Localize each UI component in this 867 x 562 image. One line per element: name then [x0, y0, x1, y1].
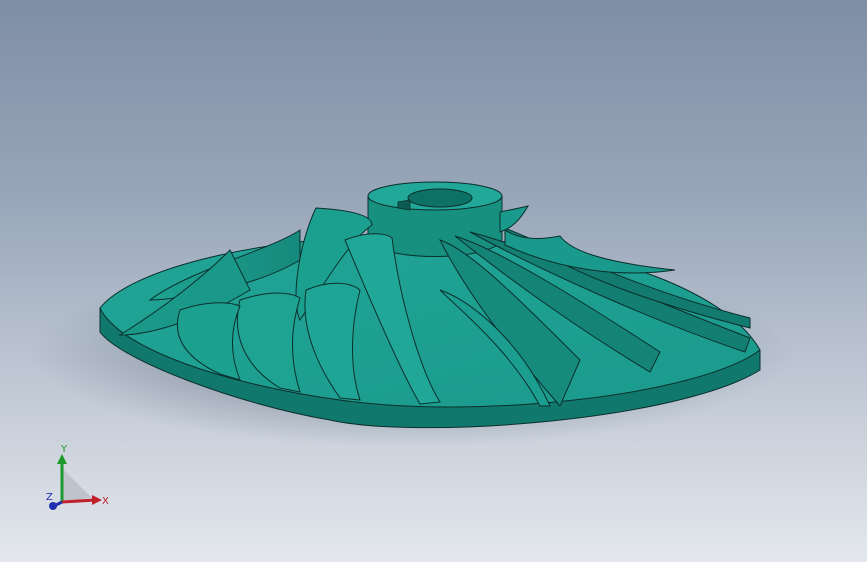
triad-plane — [62, 468, 92, 502]
hub-bore[interactable] — [407, 188, 473, 208]
graphics-viewport[interactable]: Y X Z — [0, 0, 867, 562]
triad-x-axis — [61, 498, 97, 504]
triad-z-label: Z — [46, 492, 53, 503]
triad-x-label: X — [102, 496, 109, 507]
triad-y-arrow — [57, 454, 67, 464]
impeller-model[interactable] — [0, 0, 867, 562]
triad-z-dot — [49, 502, 57, 510]
blade-13[interactable] — [499, 205, 530, 233]
hub-keyway — [397, 199, 411, 211]
triad-y-label: Y — [60, 444, 68, 455]
triad-x-arrow — [92, 495, 102, 505]
view-triad[interactable]: Y X Z — [40, 440, 120, 520]
